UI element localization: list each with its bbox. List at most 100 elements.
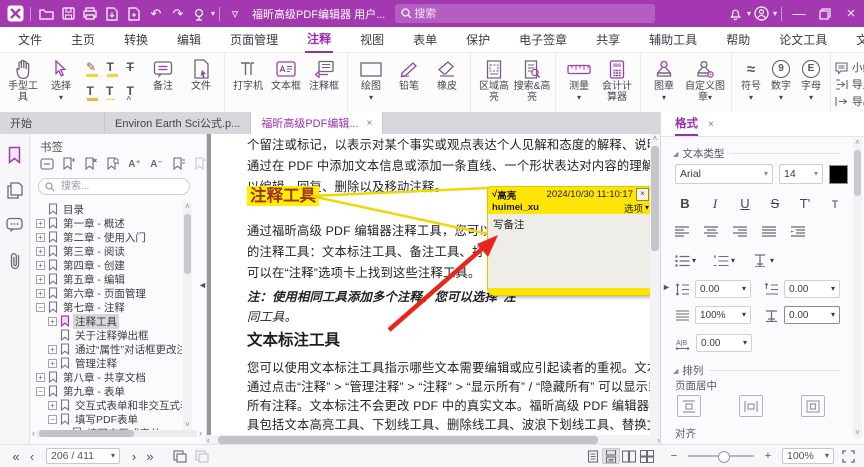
bookmark-level-icon[interactable] (170, 156, 187, 172)
char-spacing-input[interactable]: 0.00▾ (784, 306, 840, 324)
minimize-button[interactable]: — (786, 5, 812, 23)
text-type-section-header[interactable]: ◢ 文本类型 (673, 146, 841, 161)
find-bookmark-icon[interactable] (104, 156, 121, 172)
document-hscrollbar[interactable]: ‹ › (207, 435, 660, 444)
expander-minus[interactable]: − (48, 415, 57, 424)
start-tab[interactable]: 开始 (0, 112, 105, 134)
bookmark-item[interactable]: 目录 (32, 202, 182, 216)
scrollbar-thumb[interactable] (651, 146, 659, 251)
numbers-button[interactable]: 9 数字▾ (766, 55, 796, 103)
scrollbar-thumb[interactable] (218, 436, 598, 444)
menu-tab-protect[interactable]: 保护 (464, 27, 492, 52)
highlighted-heading[interactable]: 注释工具 (247, 186, 319, 206)
stamp-button[interactable]: 图章▾ (645, 55, 683, 103)
select-tool-button[interactable]: 选择▾ (42, 55, 80, 103)
arrange-section-header[interactable]: ◢ 排列 (673, 363, 841, 378)
bookmark-tree-scrollbar[interactable]: ˄ ˅ (183, 202, 192, 430)
chevron-down-icon[interactable]: ▾ (773, 10, 777, 18)
bookmark-item[interactable]: +管理注释 (32, 356, 182, 370)
scroll-up-icon[interactable]: ˄ (853, 138, 862, 148)
expander-plus[interactable]: + (48, 359, 57, 368)
menu-tab-edit[interactable]: 编辑 (175, 27, 203, 52)
center-both-icon[interactable] (801, 395, 825, 417)
import-comments-button[interactable]: 导入 (835, 77, 864, 92)
align-justify-icon[interactable] (762, 226, 777, 238)
scroll-left-icon[interactable]: ‹ (32, 428, 35, 438)
next-page-button[interactable]: › (126, 448, 142, 464)
zoom-slider-knob[interactable] (718, 451, 730, 463)
quick-access-chevron-icon[interactable]: ▿ (224, 5, 246, 23)
menu-tab-proofread[interactable]: 文档校对 (854, 27, 864, 52)
bookmark-item[interactable]: +第二章 - 使用入门 (32, 230, 182, 244)
zoom-slider[interactable] (688, 455, 754, 457)
menu-tab-comment[interactable]: 注释 (305, 26, 333, 53)
bookmark-item[interactable]: +通过“属性”对话框更改注释外观 (32, 342, 182, 356)
global-search-box[interactable] (395, 4, 655, 23)
superscript-button[interactable]: T' (795, 196, 815, 211)
underline-text-icon[interactable]: T (107, 61, 118, 77)
callout-button[interactable]: 注释框 (305, 55, 343, 92)
font-color-swatch[interactable] (829, 165, 848, 184)
bookmark-item[interactable]: +第五章 - 编辑 (32, 272, 182, 286)
document-tab-environ[interactable]: Environ Earth Sci公式.p... (105, 112, 251, 134)
indent-icon[interactable] (791, 226, 806, 238)
strikethrough-button[interactable]: S (765, 196, 785, 211)
expander-plus[interactable]: + (36, 247, 45, 256)
account-avatar-icon[interactable] (751, 5, 773, 23)
menu-tab-esign[interactable]: 电子签章 (517, 27, 569, 52)
expander-plus[interactable]: + (36, 261, 45, 270)
bookmark-item[interactable]: −第九章 - 表单 (32, 384, 182, 398)
align-center-icon[interactable] (704, 226, 719, 238)
close-tab-icon[interactable]: × (367, 118, 373, 129)
scroll-down-icon[interactable]: ˅ (853, 428, 862, 438)
font-select[interactable]: Arial▾ (675, 164, 773, 184)
strikeout-text-icon[interactable]: T (127, 61, 138, 77)
bullet-list-button[interactable]: ▾ (675, 255, 696, 267)
grid-view-icon[interactable] (638, 448, 656, 464)
redo-icon[interactable]: ↷ (167, 5, 189, 23)
export-pdf-icon[interactable] (101, 5, 123, 23)
drawing-button[interactable]: 绘图▾ (352, 55, 390, 103)
typewriter-button[interactable]: 打字机 (229, 55, 267, 92)
format-panel-scrollbar[interactable]: ˄ ˅ (853, 138, 862, 438)
zoom-out-button[interactable]: − (666, 448, 682, 464)
menu-tab-help[interactable]: 帮助 (724, 27, 752, 52)
subscript-button[interactable]: T (825, 199, 845, 211)
menu-tab-form[interactable]: 表单 (411, 27, 439, 52)
pencil-button[interactable]: 铅笔 (390, 55, 428, 92)
horizontal-scale-input[interactable]: 100%▾ (695, 306, 751, 324)
scroll-right-icon[interactable]: › (199, 428, 202, 438)
facing-view-icon[interactable] (620, 448, 638, 464)
center-vertical-icon[interactable] (677, 395, 701, 417)
font-size-select[interactable]: 14▾ (779, 164, 823, 184)
bookmark-item[interactable]: +第八章 - 共享文档 (32, 370, 182, 384)
search-input[interactable] (412, 7, 616, 21)
bookmark-search-box[interactable] (38, 178, 190, 195)
file-attach-button[interactable]: 文件 (182, 55, 220, 92)
menu-tab-paper-tools[interactable]: 论文工具 (777, 27, 829, 52)
note-options-button[interactable]: 选项 (624, 201, 643, 215)
note-header[interactable]: √ 高亮 2024/10/30 11:10:17 × huimei_xu 选项 … (488, 187, 653, 214)
textbox-button[interactable]: 文本框 (267, 55, 305, 92)
menu-tab-convert[interactable]: 转换 (122, 27, 150, 52)
zoom-in-button[interactable]: + (760, 448, 776, 464)
notification-bell-icon[interactable] (725, 5, 747, 23)
area-highlight-button[interactable]: 区域高亮 (475, 55, 513, 103)
expander-plus[interactable]: + (36, 275, 45, 284)
align-right-icon[interactable] (733, 226, 748, 238)
summary-comments-button[interactable]: 小结注释 (835, 60, 864, 75)
last-page-button[interactable]: » (142, 448, 158, 464)
roller-tool-icon[interactable] (189, 5, 211, 23)
single-page-view-icon[interactable] (584, 448, 602, 464)
scrollbar-thumb[interactable] (184, 214, 191, 274)
align-left-icon[interactable] (675, 226, 690, 238)
scroll-up-icon[interactable]: ˄ (183, 202, 192, 212)
open-file-icon[interactable] (35, 5, 57, 23)
note-body-text[interactable]: 写备注 (488, 214, 653, 235)
custom-stamp-button[interactable]: 自定义图章▾ (683, 55, 727, 103)
restore-button[interactable] (812, 5, 838, 23)
bookmark-item[interactable]: +第六章 - 页面管理 (32, 286, 182, 300)
export-comments-button[interactable]: 导出 ▾ (835, 94, 864, 109)
note-close-icon[interactable]: × (636, 188, 649, 201)
delete-bookmark-icon[interactable] (82, 156, 99, 172)
